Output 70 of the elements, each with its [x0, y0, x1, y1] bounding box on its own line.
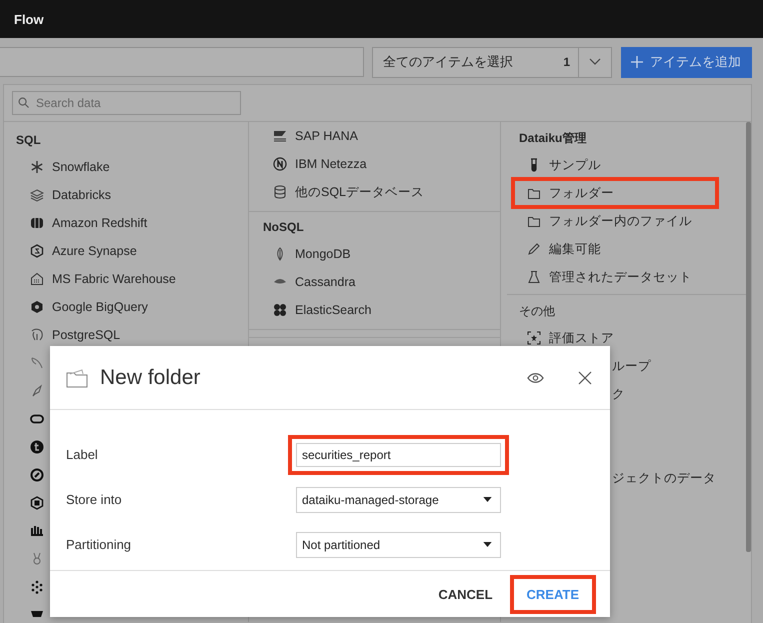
filter-field[interactable] — [0, 47, 364, 77]
list-item[interactable]: MongoDB — [263, 240, 500, 268]
list-item[interactable]: 他のSQLデータベース — [263, 178, 500, 206]
list-item[interactable]: フォルダー内のファイル — [519, 207, 746, 235]
field-label: Label — [65, 447, 99, 462]
circle-icon — [273, 157, 287, 171]
hexagon-icon — [30, 244, 44, 258]
list-item[interactable]: Cassandra — [263, 268, 500, 296]
search-icon — [18, 97, 29, 108]
close-icon[interactable] — [578, 370, 592, 384]
list-item-text: ループ — [612, 358, 651, 374]
list-item[interactable]: 編集可能 — [519, 235, 746, 263]
list-item[interactable]: Amazon Redshift — [16, 209, 248, 237]
circle-icon — [30, 440, 44, 454]
list-item[interactable]: Azure Synapse — [16, 237, 248, 265]
house-icon — [30, 272, 44, 286]
dialog-title: New folder — [100, 366, 200, 390]
plus-icon — [631, 56, 643, 68]
list-item-text: ク — [612, 386, 625, 402]
cube-icon — [30, 496, 44, 510]
dots-icon — [30, 580, 44, 594]
list-item[interactable]: ElasticSearch — [263, 296, 500, 324]
database-icon — [273, 185, 287, 199]
pencil-icon — [527, 242, 541, 256]
section-title: NoSQL — [263, 219, 305, 236]
flow-tab[interactable]: Flow — [14, 12, 44, 26]
list-item[interactable]: 評価ストア — [519, 324, 746, 352]
sap-icon — [273, 129, 287, 143]
section-title: その他 — [519, 303, 556, 320]
hexagon-icon — [30, 300, 44, 314]
list-item[interactable]: MS Fabric Warehouse — [16, 265, 248, 293]
add-item-button[interactable]: アイテムを追加 — [621, 46, 752, 78]
dolphin-icon — [30, 356, 44, 370]
barrel-icon — [30, 216, 44, 230]
list-item[interactable]: SAP HANA — [263, 122, 500, 150]
field-label: Store into — [65, 492, 123, 507]
folder-icon — [527, 186, 541, 200]
dropdown[interactable]: dataiku-managed-storage — [296, 486, 501, 512]
section-title: SQL — [16, 132, 42, 149]
layers-icon — [30, 188, 44, 202]
field-label: Partitioning — [65, 537, 132, 552]
list-item[interactable]: Snowflake — [16, 153, 248, 181]
list-item[interactable]: Google BigQuery — [16, 293, 248, 321]
folder-icon — [527, 214, 541, 228]
chart-icon — [30, 524, 44, 538]
search-field[interactable]: Search data — [12, 91, 241, 115]
label-field[interactable]: securities_report — [296, 442, 501, 466]
dropdown[interactable]: Not partitioned — [296, 532, 501, 558]
caret-icon — [483, 542, 492, 547]
cluster-icon — [273, 303, 287, 317]
list-item[interactable]: サンプル — [519, 151, 746, 179]
list-item[interactable]: フォルダー — [513, 179, 717, 207]
ring-icon — [30, 412, 44, 426]
list-item-text: ジェクトのデータ — [612, 470, 716, 486]
create-button[interactable]: CREATE — [512, 578, 593, 610]
star-frame-icon — [527, 331, 541, 345]
folder-icon — [66, 368, 88, 388]
gauge-icon — [30, 468, 44, 482]
flask-icon — [527, 270, 541, 284]
list-item[interactable]: IBM Netezza — [263, 150, 500, 178]
caret-icon — [483, 497, 492, 502]
elephant-icon — [30, 328, 44, 342]
list-item[interactable]: Databricks — [16, 181, 248, 209]
section-title: Dataiku管理 — [519, 130, 588, 147]
bird-icon — [30, 384, 44, 398]
list-item[interactable]: PostgreSQL — [16, 321, 248, 349]
item-select[interactable]: 全てのアイテムを選択 1 — [372, 46, 612, 78]
snowflake-icon — [30, 160, 44, 174]
list-item[interactable]: 管理されたデータセット — [519, 263, 746, 291]
eye-icon[interactable] — [527, 372, 544, 384]
